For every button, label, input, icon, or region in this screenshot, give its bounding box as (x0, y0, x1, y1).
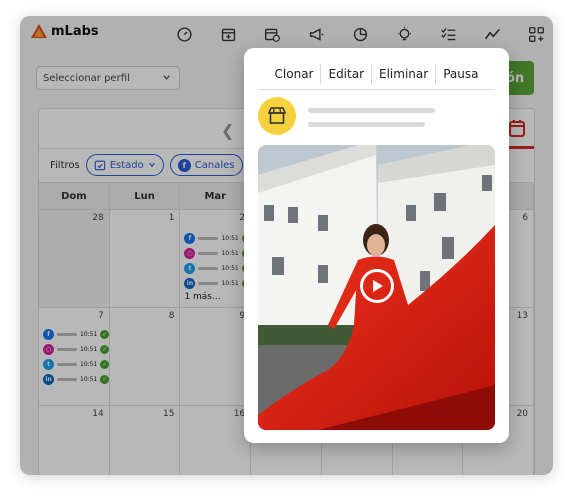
play-button[interactable] (360, 269, 394, 303)
post-actions-bar: Clonar Editar Eliminar Pausa (258, 58, 495, 90)
profile-avatar (258, 97, 296, 135)
profile-name-placeholder (308, 108, 435, 113)
play-icon (373, 280, 383, 292)
store-icon (267, 107, 287, 124)
post-media-preview[interactable] (258, 145, 495, 430)
delete-button[interactable]: Eliminar (372, 63, 437, 84)
pause-button[interactable]: Pausa (436, 64, 485, 84)
profile-meta-placeholder (308, 122, 425, 127)
edit-button[interactable]: Editar (321, 63, 373, 84)
post-preview-popup: Clonar Editar Eliminar Pausa (244, 48, 509, 443)
clone-button[interactable]: Clonar (268, 63, 322, 84)
